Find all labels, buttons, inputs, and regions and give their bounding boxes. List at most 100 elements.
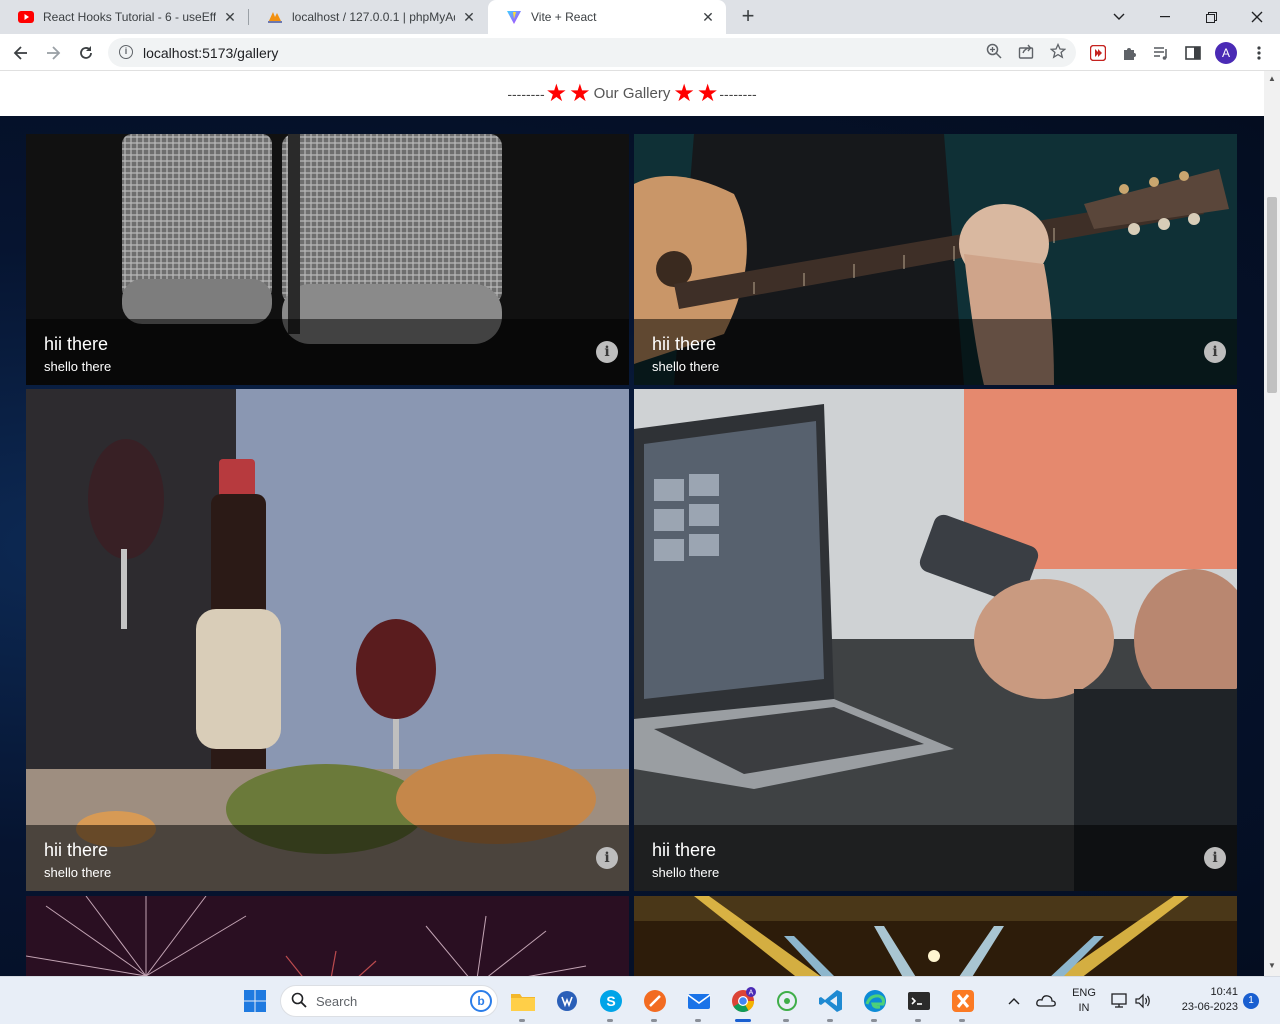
minimize-icon[interactable] (1142, 0, 1188, 34)
tile-subtitle: shello there (652, 865, 720, 880)
gallery-tile[interactable]: hii there shello there i (26, 134, 629, 385)
notification-badge[interactable]: 1 (1243, 993, 1259, 1009)
xampp-icon[interactable] (949, 987, 977, 1015)
page-scrollbar[interactable]: ▲ ▼ (1264, 71, 1280, 976)
tile-subtitle: shello there (44, 359, 112, 374)
close-icon[interactable]: ✕ (700, 9, 716, 26)
windows-taskbar: Search b S A ENG IN 10:41 23-06-2023 1 (0, 976, 1280, 1024)
search-icon (291, 992, 307, 1012)
tray-overflow-chevron-icon[interactable] (1004, 991, 1024, 1011)
star-icon: ★ (696, 79, 719, 107)
edge-icon[interactable] (861, 987, 889, 1015)
star-icon: ★ (569, 79, 591, 107)
running-indicator (915, 1019, 921, 1022)
search-label: Search (316, 994, 358, 1009)
tile-caption-bar: hii there shello there i (26, 825, 629, 891)
tab-phpmyadmin[interactable]: localhost / 127.0.0.1 | phpMyAdmin ✕ (249, 0, 487, 34)
info-icon[interactable]: i (1204, 847, 1226, 869)
file-explorer-icon[interactable] (509, 987, 537, 1015)
side-panel-icon[interactable] (1180, 40, 1206, 66)
scroll-down-arrow-icon[interactable]: ▼ (1267, 961, 1277, 970)
gallery-heading: -------- ★ ★ Our Gallery ★ ★ -------- (0, 71, 1264, 116)
close-icon[interactable]: ✕ (222, 9, 238, 26)
zoom-icon[interactable] (984, 43, 1004, 63)
fireworks-image (26, 896, 629, 976)
tab-search-chevron-icon[interactable] (1096, 0, 1142, 34)
tile-caption-bar: hii there shello there i (634, 319, 1237, 385)
clock[interactable]: 10:41 23-06-2023 (1162, 986, 1238, 1013)
tile-subtitle: shello there (652, 359, 720, 374)
network-icon[interactable] (1110, 991, 1130, 1011)
youtube-icon (18, 11, 34, 23)
info-icon[interactable]: i (1204, 341, 1226, 363)
gallery-tile[interactable] (634, 896, 1237, 976)
browser-tab-strip: React Hooks Tutorial - 6 - useEffect ✕ l… (0, 0, 1280, 34)
tab-title: Vite + React (531, 10, 597, 24)
running-indicator (871, 1019, 877, 1022)
tile-subtitle: shello there (44, 865, 112, 880)
language-indicator[interactable]: ENG IN (1068, 987, 1100, 1014)
onedrive-cloud-icon[interactable] (1035, 991, 1057, 1011)
gallery-tile[interactable]: hii there shello there i (634, 134, 1237, 385)
svg-text:A: A (749, 990, 754, 997)
tab-youtube[interactable]: React Hooks Tutorial - 6 - useEffect ✕ (0, 0, 248, 34)
tile-title: hii there (652, 334, 717, 354)
extensions-puzzle-icon[interactable] (1117, 40, 1143, 66)
skype-icon[interactable]: S (597, 987, 625, 1015)
extension-red-icon[interactable] (1085, 40, 1111, 66)
phpmyadmin-icon (268, 12, 282, 23)
media-queue-icon[interactable] (1148, 40, 1174, 66)
gallery-tile[interactable] (26, 896, 629, 976)
tile-title: hii there (44, 334, 109, 354)
running-indicator (519, 1019, 525, 1022)
url-text[interactable]: localhost:5173/gallery (143, 45, 278, 61)
app-blue-circle-icon[interactable] (553, 987, 581, 1015)
pen-app-icon[interactable] (641, 987, 669, 1015)
scroll-up-arrow-icon[interactable]: ▲ (1267, 74, 1277, 83)
reload-icon[interactable] (73, 40, 99, 66)
chrome-icon[interactable]: A (729, 987, 757, 1015)
running-indicator (607, 1019, 613, 1022)
more-menu-icon[interactable] (1246, 40, 1272, 66)
address-bar[interactable]: i localhost:5173/gallery (108, 38, 1076, 67)
taskbar-search[interactable]: Search b (280, 985, 498, 1017)
heading-dashes-right: -------- (719, 85, 757, 102)
page-viewport: -------- ★ ★ Our Gallery ★ ★ -------- hi… (0, 71, 1264, 976)
new-tab-plus-icon[interactable]: + (736, 5, 760, 29)
tab-title: React Hooks Tutorial - 6 - useEffect (43, 10, 216, 24)
gallery-tile[interactable]: hii there shello there i (634, 389, 1237, 891)
tab-vite-react[interactable]: Vite + React ✕ (488, 0, 726, 34)
vscode-icon[interactable] (817, 987, 845, 1015)
bing-icon[interactable]: b (470, 990, 492, 1012)
tile-title: hii there (652, 840, 717, 860)
info-icon[interactable]: i (596, 341, 618, 363)
browser-toolbar: i localhost:5173/gallery A (0, 34, 1280, 71)
share-icon[interactable] (1016, 43, 1036, 63)
app-green-icon[interactable] (773, 987, 801, 1015)
restore-icon[interactable] (1188, 0, 1234, 34)
tab-title: localhost / 127.0.0.1 | phpMyAdmin (292, 10, 455, 24)
back-arrow-icon[interactable] (8, 40, 34, 66)
running-indicator (783, 1019, 789, 1022)
star-icon: ★ (545, 79, 568, 107)
language-line2: IN (1078, 1002, 1090, 1014)
site-info-icon[interactable]: i (119, 45, 133, 59)
forward-arrow-icon[interactable] (40, 40, 66, 66)
active-indicator (735, 1019, 751, 1022)
gallery-tile[interactable]: hii there shello there i (26, 389, 629, 891)
profile-avatar[interactable]: A (1215, 42, 1237, 64)
clock-time: 10:41 (1210, 986, 1238, 998)
volume-icon[interactable] (1133, 991, 1153, 1011)
tile-title: hii there (44, 840, 109, 860)
windows-start-icon[interactable] (241, 987, 269, 1015)
bookmark-star-icon[interactable] (1048, 42, 1068, 63)
terminal-icon[interactable] (905, 987, 933, 1015)
scroll-thumb[interactable] (1267, 197, 1277, 393)
vite-icon (507, 11, 521, 24)
close-icon[interactable]: ✕ (461, 9, 477, 26)
info-icon[interactable]: i (596, 847, 618, 869)
tile-caption-bar: hii there shello there i (634, 825, 1237, 891)
mail-icon[interactable] (685, 987, 713, 1015)
language-line1: ENG (1072, 987, 1096, 999)
window-close-icon[interactable] (1234, 0, 1280, 34)
